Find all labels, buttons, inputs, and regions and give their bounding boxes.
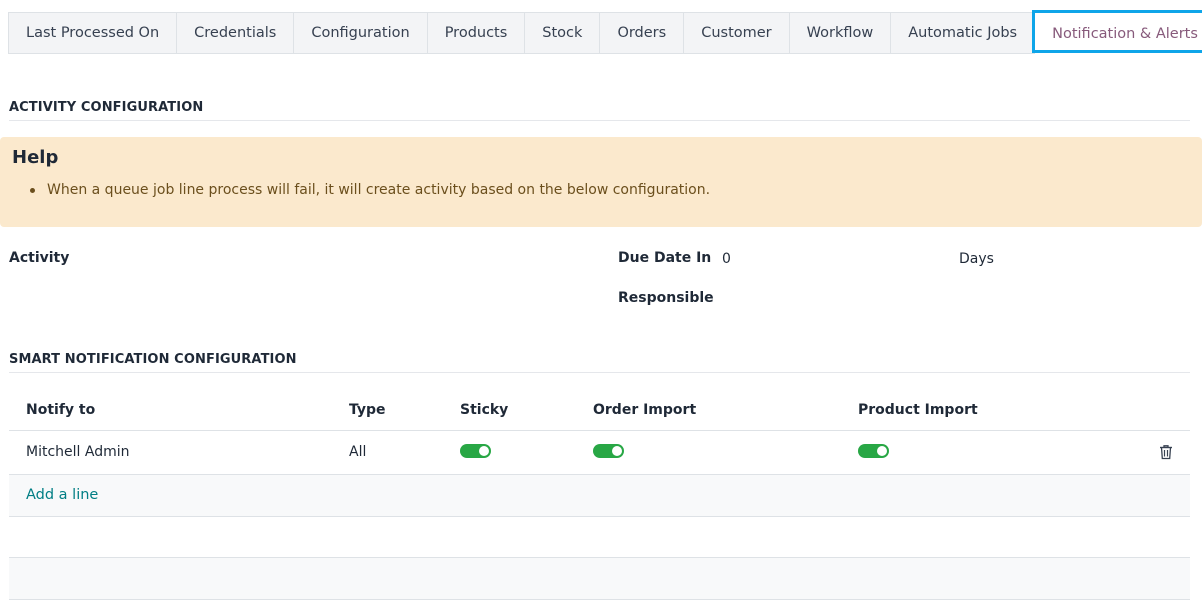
tab-label: Last Processed On <box>26 25 160 41</box>
column-header-sticky[interactable]: Sticky <box>460 402 508 418</box>
column-header-product-import[interactable]: Product Import <box>858 402 978 418</box>
trash-icon[interactable] <box>1159 444 1173 460</box>
due-date-unit: Days <box>959 251 994 267</box>
tab-label: Workflow <box>806 25 874 41</box>
column-header-type[interactable]: Type <box>349 402 386 418</box>
section-divider <box>9 120 1190 121</box>
row-divider <box>9 599 1190 600</box>
notify-to-cell[interactable]: Mitchell Admin <box>26 444 130 460</box>
section-divider <box>9 372 1190 373</box>
empty-row <box>9 517 1190 557</box>
toggle-knob <box>877 446 887 456</box>
tab-notification-alerts[interactable]: Notification & Alerts <box>1032 10 1202 54</box>
tab-workflow[interactable]: Workflow <box>788 12 892 53</box>
tab-automatic-jobs[interactable]: Automatic Jobs <box>890 12 1036 53</box>
tab-customer[interactable]: Customer <box>683 12 790 53</box>
tab-label: Automatic Jobs <box>908 25 1018 41</box>
tab-label: Credentials <box>194 25 277 41</box>
activity-label: Activity <box>9 250 70 266</box>
notebook-tabs: Last Processed On Credentials Configurat… <box>8 10 1202 54</box>
help-alert: Help When a queue job line process will … <box>0 137 1202 227</box>
column-header-order-import[interactable]: Order Import <box>593 402 696 418</box>
bullet-icon <box>30 187 35 193</box>
due-date-label: Due Date In <box>618 250 712 266</box>
product-import-toggle[interactable] <box>858 444 889 458</box>
toggle-knob <box>612 446 622 456</box>
type-cell[interactable]: All <box>349 444 366 460</box>
sticky-toggle[interactable] <box>460 444 491 458</box>
table-header-divider <box>9 430 1190 431</box>
tab-label: Notification & Alerts <box>1052 25 1198 42</box>
help-list-item: When a queue job line process will fail,… <box>30 182 710 198</box>
tab-label: Configuration <box>311 25 410 41</box>
tab-label: Customer <box>701 25 772 41</box>
tab-label: Stock <box>542 25 583 41</box>
tab-configuration[interactable]: Configuration <box>293 12 428 53</box>
empty-row <box>9 558 1190 599</box>
toggle-knob <box>479 446 489 456</box>
tab-stock[interactable]: Stock <box>524 12 601 53</box>
column-header-notify-to[interactable]: Notify to <box>26 402 95 418</box>
tab-label: Orders <box>617 25 667 41</box>
help-title: Help <box>12 147 59 168</box>
tab-last-processed-on[interactable]: Last Processed On <box>8 12 178 53</box>
due-date-input[interactable]: 0 <box>722 251 922 267</box>
active-tab-marker <box>1032 12 1036 17</box>
smart-notification-section-title: SMART NOTIFICATION CONFIGURATION <box>9 352 297 367</box>
tab-orders[interactable]: Orders <box>599 12 685 53</box>
add-a-line-link[interactable]: Add a line <box>26 487 98 503</box>
tab-products[interactable]: Products <box>426 12 526 53</box>
help-text: When a queue job line process will fail,… <box>47 182 711 198</box>
tab-label: Products <box>444 25 508 41</box>
order-import-toggle[interactable] <box>593 444 624 458</box>
responsible-label: Responsible <box>618 290 714 306</box>
tab-credentials[interactable]: Credentials <box>176 12 295 53</box>
activity-section-title: ACTIVITY CONFIGURATION <box>9 100 204 115</box>
add-line-row <box>9 475 1190 516</box>
